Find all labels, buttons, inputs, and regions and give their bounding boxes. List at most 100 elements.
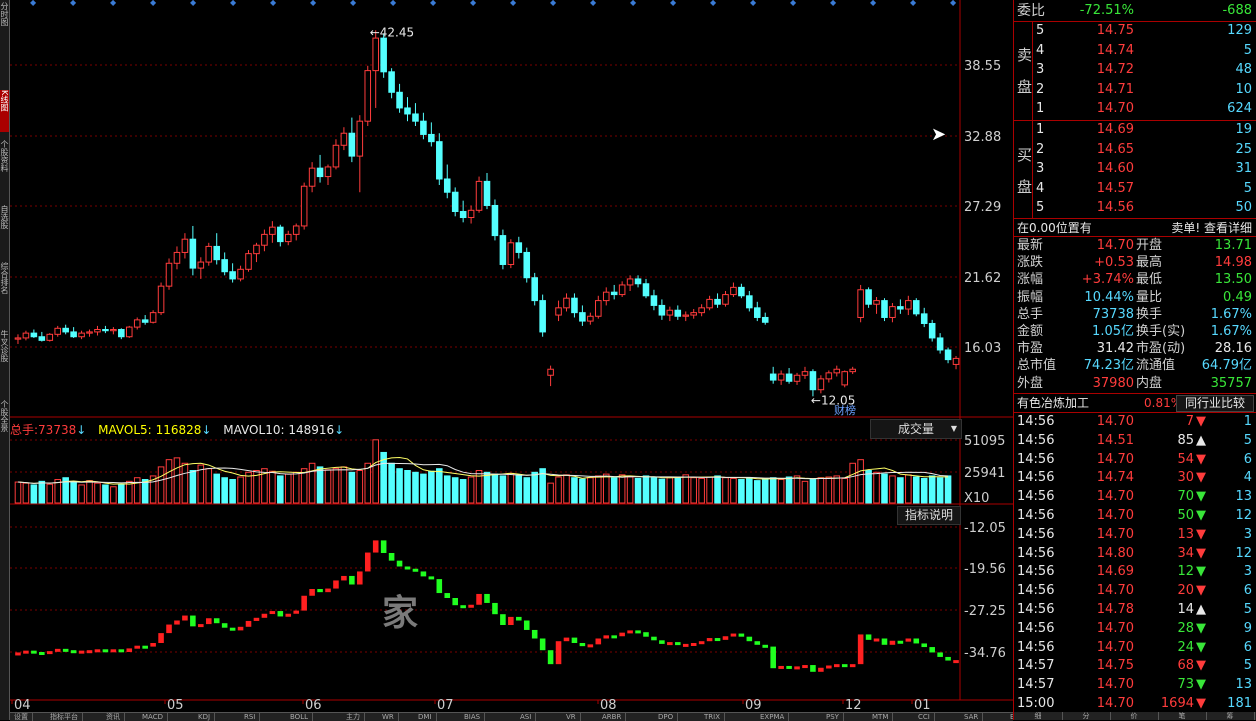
buy-level: 5 <box>1036 200 1045 216</box>
left-tab-info[interactable]: 个股资料 <box>0 140 9 200</box>
indicator-bar <box>690 643 697 646</box>
tick-row[interactable]: 14:56 14.70 54 ▼ 6 <box>1014 451 1256 469</box>
panel-tab[interactable]: 筹 <box>1206 712 1255 720</box>
volume-bar <box>412 471 419 504</box>
indicator-bar <box>70 650 77 654</box>
stat-value: +0.53 <box>1094 255 1134 271</box>
arrow-down-icon: ▼ <box>1196 414 1206 429</box>
indicator-bar <box>15 652 21 656</box>
event-marker-icon: ◆ <box>310 0 317 7</box>
panel-tab[interactable]: 价 <box>1110 712 1159 720</box>
tick-row[interactable]: 14:56 14.70 50 ▼ 12 <box>1014 507 1256 525</box>
volume-bar <box>881 473 888 504</box>
tick-row[interactable]: 14:56 14.70 24 ▼ 6 <box>1014 639 1256 657</box>
candle <box>420 120 427 135</box>
sell-level-row[interactable]: 4 14.74 5 <box>1014 42 1256 60</box>
candle <box>706 298 713 309</box>
event-marker-icon: ◆ <box>430 0 437 7</box>
sell-level-row[interactable]: 2 14.71 10 <box>1014 81 1256 99</box>
indicator-bar <box>110 649 117 653</box>
arrow-down-icon: ▼ <box>1196 620 1206 636</box>
tick-volume: 73 <box>1177 677 1194 693</box>
left-tab-panorama[interactable]: 个股全景 <box>0 400 9 460</box>
volume-bar <box>793 475 801 504</box>
large-order-notice[interactable]: 在0.00位置有 卖单! 查看详细 <box>1014 219 1256 237</box>
tick-row[interactable]: 14:56 14.70 28 ▼ 9 <box>1014 620 1256 638</box>
volume-bar <box>746 477 753 504</box>
tick-time: 14:56 <box>1017 432 1055 448</box>
candle <box>515 242 523 253</box>
candle <box>952 357 960 365</box>
notice-right-link[interactable]: 卖单! 查看详细 <box>1171 219 1252 237</box>
candle <box>78 332 85 338</box>
arrow-down-icon: ▼ <box>1196 696 1206 711</box>
stat-label: 总市值 <box>1017 358 1057 374</box>
buy-level-row[interactable]: 5 14.56 50 <box>1014 199 1256 217</box>
tick-time: 14:56 <box>1017 489 1055 505</box>
candle <box>118 329 125 338</box>
kline-chart-area[interactable]: 38.55 32.88 27.29 21.62 16.03 ◆ ◆ ◆ ◆ ◆ ◆ ◆ ◆ ◆ ◆ ◆ ◆ ◆ ◆ ◆… <box>10 0 1013 712</box>
buy-level-row[interactable]: 2 14.65 25 <box>1014 141 1256 159</box>
indicator-bar <box>738 633 745 637</box>
panel-tab[interactable]: 分 <box>1062 712 1111 720</box>
stat-value: +3.74% <box>1081 272 1134 288</box>
kline-chart[interactable]: 38.55 32.88 27.29 21.62 16.03 ◆ ◆ ◆ ◆ ◆ ◆ ◆ ◆ ◆ ◆ ◆ ◆ ◆ ◆ ◆… <box>10 0 1013 712</box>
indicator-help-button[interactable]: 指标说明 <box>897 506 961 525</box>
left-tab-diagnosis[interactable]: 牛叉诊股 <box>0 330 9 390</box>
candle <box>292 225 300 235</box>
indicator-bar <box>404 566 411 570</box>
tick-row[interactable]: 14:56 14.70 13 ▼ 3 <box>1014 526 1256 544</box>
tick-row[interactable]: 14:56 14.51 85 ▲ 5 <box>1014 432 1256 450</box>
panel-tab[interactable]: 笔 <box>1158 712 1207 720</box>
tick-row[interactable]: 14:56 14.80 34 ▼ 12 <box>1014 545 1256 563</box>
indicator-bar <box>253 617 260 621</box>
indicator-bar <box>659 640 665 644</box>
industry-compare-button[interactable]: 同行业比较 <box>1176 395 1254 412</box>
arrow-down-icon: ▼ <box>1196 526 1206 542</box>
tick-row[interactable]: 15:00 14.70 1694 ▼ 181 <box>1014 695 1256 713</box>
volume-bar <box>857 459 864 504</box>
left-tab-favorites[interactable]: 自选股 <box>0 205 9 255</box>
weibi-row: 委比 -72.51% -688 <box>1014 2 1256 20</box>
tick-price: 14.70 <box>1096 414 1134 429</box>
tick-row[interactable]: 14:56 14.78 14 ▲ 5 <box>1014 601 1256 619</box>
buy-level-row[interactable]: 1 14.69 19 <box>1014 121 1256 139</box>
candle <box>277 226 284 243</box>
event-marker-icon: ◆ <box>670 0 677 7</box>
candle <box>928 322 936 339</box>
left-tab-kline[interactable]: K线图 <box>0 90 9 132</box>
volume-bar <box>769 477 777 504</box>
tick-row[interactable]: 14:56 14.70 7 ▼ 1 <box>1014 413 1256 431</box>
sell-level-row[interactable]: 3 14.72 48 <box>1014 61 1256 79</box>
tick-row[interactable]: 14:56 14.74 30 ▼ 4 <box>1014 469 1256 487</box>
candle <box>698 307 705 314</box>
indicator-bar <box>237 626 244 631</box>
left-tab-ranking[interactable]: 综合排名 <box>0 262 9 322</box>
indicator-bar <box>595 638 602 645</box>
x-axis-label: 01 <box>914 698 931 712</box>
volume-bar <box>849 462 856 504</box>
arrow-down-icon: ↓ <box>201 423 212 437</box>
indicator-bar <box>849 664 856 668</box>
indicator-bar <box>436 579 443 594</box>
volume-bar <box>491 473 499 504</box>
buy-level-row[interactable]: 3 14.60 31 <box>1014 160 1256 178</box>
panel-tab[interactable]: 细 <box>1014 712 1063 720</box>
tick-row[interactable]: 14:57 14.75 68 ▼ 5 <box>1014 657 1256 675</box>
event-marker-icon: ◆ <box>870 0 877 7</box>
tick-volume: 1694 <box>1160 696 1194 711</box>
tick-row[interactable]: 14:56 14.70 20 ▼ 6 <box>1014 582 1256 600</box>
volume-indicator-select[interactable]: 成交量 ▼ <box>870 419 962 439</box>
sell-level-row[interactable]: 1 14.70 624 <box>1014 100 1256 118</box>
volume-bar <box>595 475 602 504</box>
tick-row[interactable]: 14:57 14.70 73 ▼ 13 <box>1014 676 1256 694</box>
stat-value: 74.23亿 <box>1083 358 1134 374</box>
candle <box>348 132 356 157</box>
sell-level-row[interactable]: 5 14.75 129 <box>1014 22 1256 40</box>
tick-volume: 85 <box>1177 432 1194 448</box>
tick-row[interactable]: 14:56 14.70 70 ▼ 13 <box>1014 488 1256 506</box>
buy-level-row[interactable]: 4 14.57 5 <box>1014 180 1256 198</box>
left-tab-timeshare[interactable]: 分时图 <box>0 2 9 44</box>
tick-row[interactable]: 14:56 14.69 12 ▼ 3 <box>1014 563 1256 581</box>
tick-count: 9 <box>1243 620 1252 636</box>
